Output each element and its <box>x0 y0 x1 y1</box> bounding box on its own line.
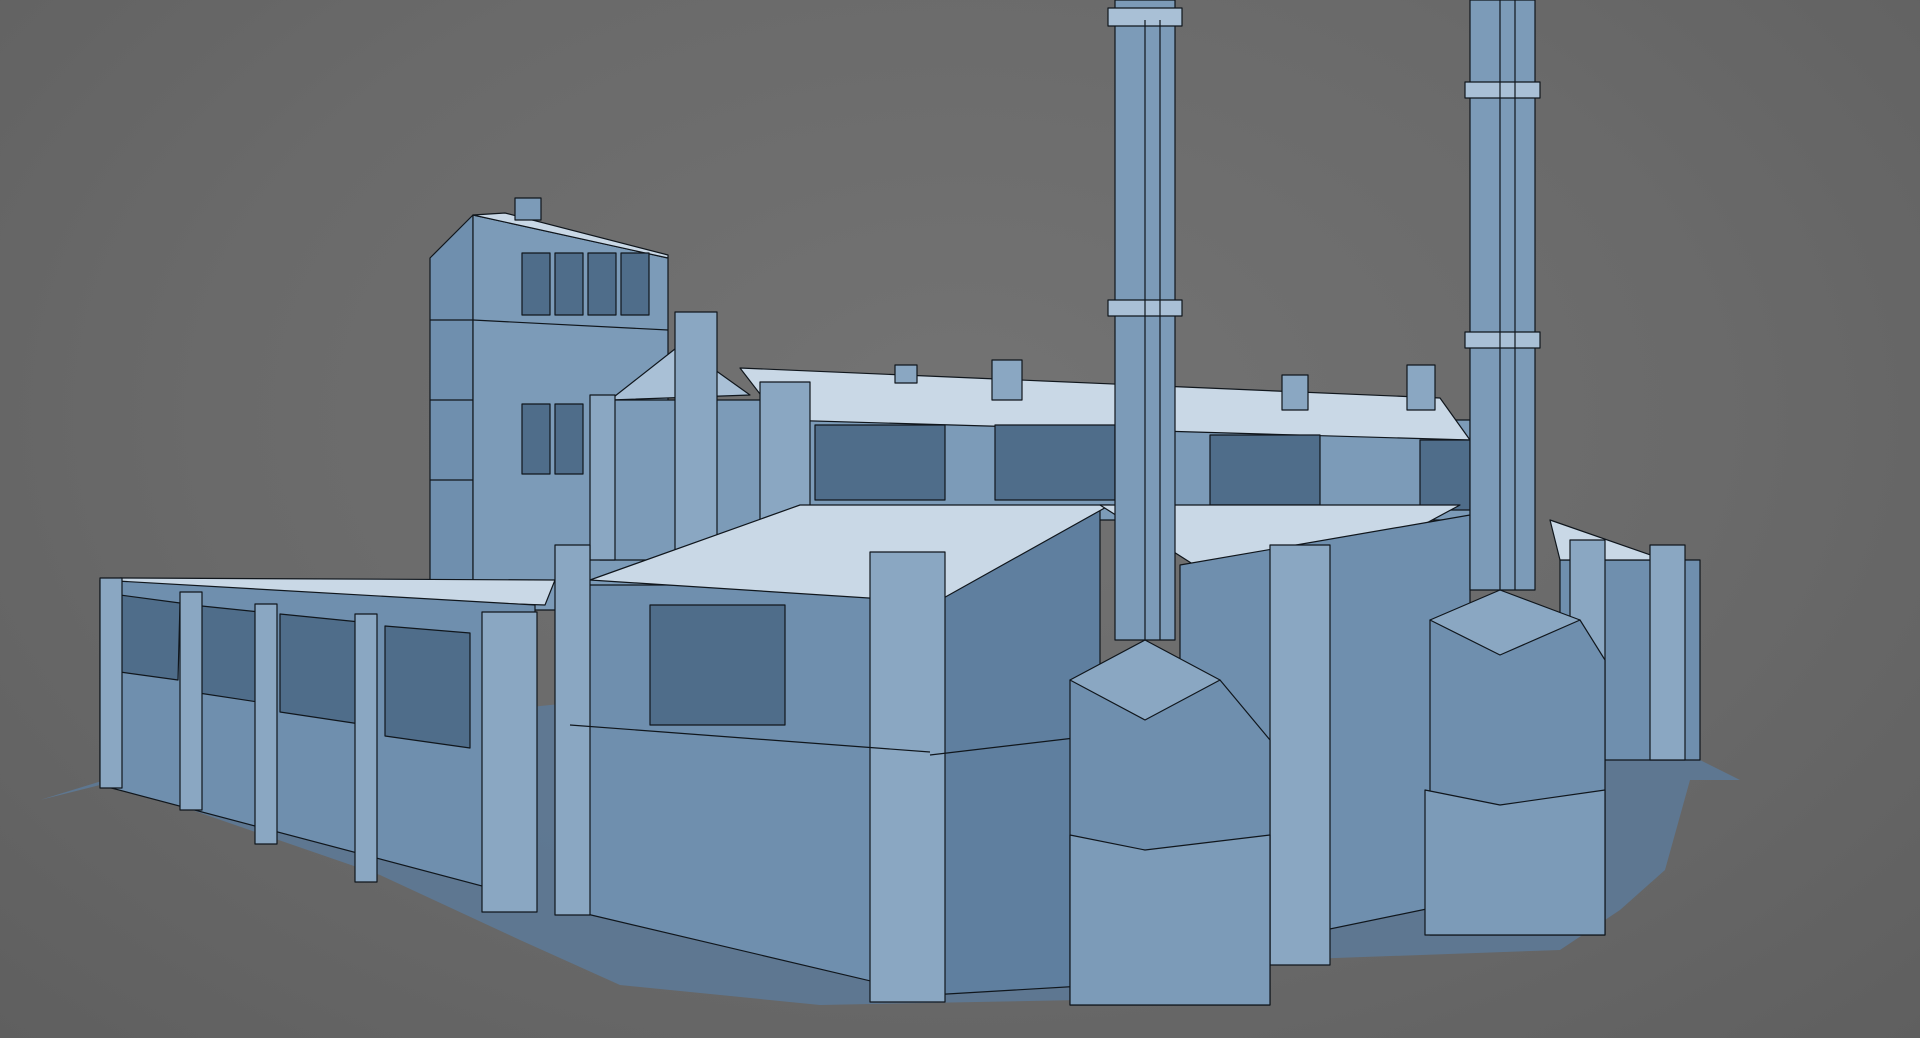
left-wing <box>99 577 556 913</box>
factory-model-render <box>40 0 1740 1006</box>
3d-viewport[interactable] <box>0 0 1920 1038</box>
